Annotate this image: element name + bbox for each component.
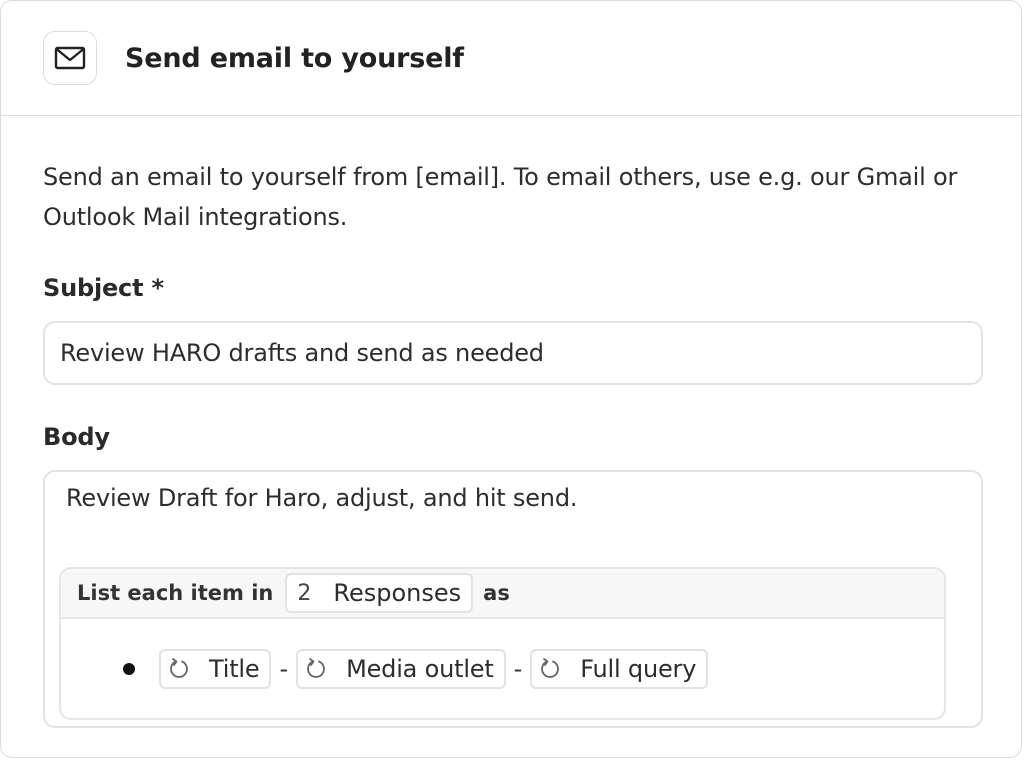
variable-chip-full-query[interactable]: Full query (530, 648, 709, 689)
loop-icon (541, 657, 560, 678)
email-action-card: Send email to yourself Send an email to … (0, 0, 1022, 758)
card-header: Send email to yourself (1, 1, 1021, 116)
list-source-chip[interactable]: 2 Responses (285, 573, 474, 613)
list-header: List each item in 2 Responses as (61, 569, 944, 619)
bullet-icon (123, 662, 135, 675)
variable-chip-title[interactable]: Title (159, 648, 272, 689)
list-suffix: as (483, 581, 510, 605)
loop-icon (307, 657, 326, 678)
list-item: Title - Media outlet - Full query (61, 619, 944, 718)
loop-icon (170, 657, 188, 678)
body-text[interactable]: Review Draft for Haro, adjust, and hit s… (66, 484, 577, 512)
variable-label: Full query (580, 654, 697, 683)
mail-icon (43, 31, 97, 85)
body-label: Body (43, 423, 110, 451)
separator: - (513, 654, 523, 683)
list-source-label: Responses (333, 579, 462, 607)
variable-label: Media outlet (346, 654, 494, 683)
list-block: List each item in 2 Responses as Title -… (59, 567, 946, 720)
separator: - (279, 654, 289, 683)
subject-input[interactable] (43, 321, 983, 385)
variable-label: Title (209, 654, 260, 683)
card-title: Send email to yourself (125, 42, 464, 74)
list-prefix: List each item in (77, 581, 274, 605)
variable-chip-media-outlet[interactable]: Media outlet (296, 648, 506, 689)
action-description: Send an email to yourself from [email]. … (43, 163, 958, 231)
body-editor[interactable]: Review Draft for Haro, adjust, and hit s… (43, 470, 983, 728)
list-source-count: 2 (297, 580, 312, 606)
subject-label: Subject * (43, 274, 164, 302)
